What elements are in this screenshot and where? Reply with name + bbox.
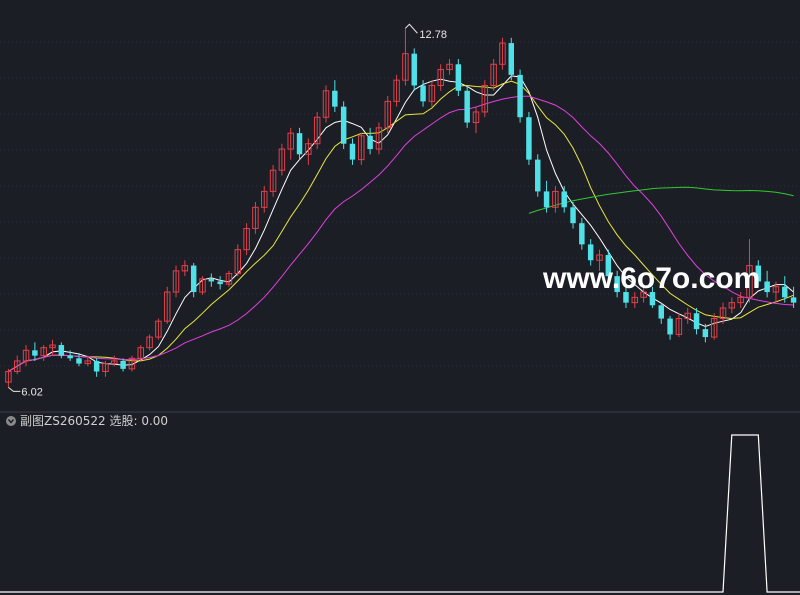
candle-body xyxy=(332,90,338,107)
candle-body xyxy=(367,135,373,150)
candle-body xyxy=(340,106,347,144)
low-price-label: 6.02 xyxy=(21,386,42,398)
stock-chart: 12.78 6.02 www.6o7o.com 副图ZS260522 选股: 0… xyxy=(0,0,800,595)
candle-body xyxy=(349,143,356,160)
candle-body xyxy=(702,329,709,338)
candle-body xyxy=(782,286,788,298)
candle-body xyxy=(420,85,426,102)
candle-body xyxy=(58,345,65,356)
candle-body xyxy=(790,297,797,303)
candle-body xyxy=(190,265,197,293)
candle-body xyxy=(587,244,594,261)
sub-panel-label: 副图ZS260522 选股: 0.00 xyxy=(20,414,168,428)
collapse-icon[interactable] xyxy=(6,416,16,426)
candle-body xyxy=(32,350,38,356)
candle-body xyxy=(120,360,126,369)
candle-body xyxy=(658,305,664,319)
candle-body xyxy=(526,117,532,160)
candle-body xyxy=(561,191,567,208)
candle-body xyxy=(764,281,770,293)
candle-body xyxy=(693,313,700,330)
candle-body xyxy=(667,318,673,335)
chart-background xyxy=(0,0,800,595)
candle-body xyxy=(508,43,515,75)
candle-body xyxy=(411,53,417,86)
candle-body xyxy=(535,159,541,192)
watermark: www.6o7o.com xyxy=(542,262,760,295)
candle-body xyxy=(579,223,585,245)
candle-body xyxy=(217,281,223,285)
candle-body xyxy=(76,358,82,364)
candle-body xyxy=(208,278,215,282)
candle-body xyxy=(517,74,523,118)
candle-body xyxy=(93,360,100,372)
candle-body xyxy=(455,64,462,91)
sub-panel-header: 副图ZS260522 选股: 0.00 xyxy=(6,414,168,428)
candle-body xyxy=(543,191,550,208)
high-price-label: 12.78 xyxy=(419,29,447,41)
candle-body xyxy=(570,207,576,224)
candle-body xyxy=(464,90,470,123)
candle-body xyxy=(67,355,73,359)
candle-body xyxy=(296,133,303,155)
